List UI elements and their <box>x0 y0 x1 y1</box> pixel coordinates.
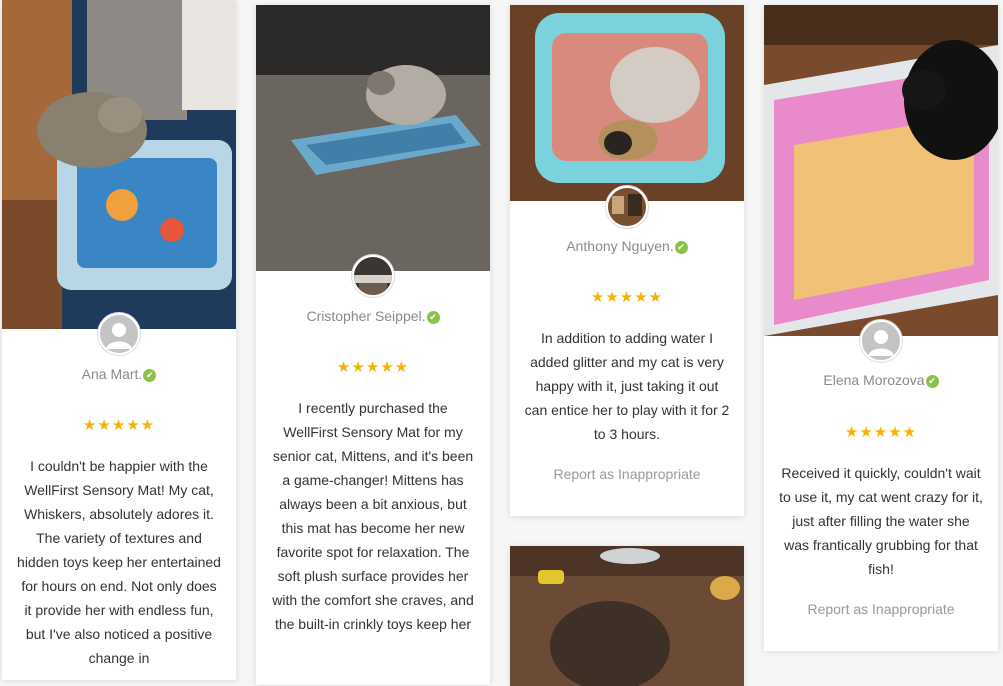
review-text: I recently purchased the WellFirst Senso… <box>272 400 474 632</box>
star-rating: ★★★★★ <box>590 289 664 306</box>
avatar-photo <box>608 188 646 226</box>
verified-check-icon: ✔ <box>925 375 939 388</box>
review-card: Cristopher Seippel. ✔ ★★★★★ I recently pu… <box>256 5 490 685</box>
reviewer-name-row: Cristopher Seippel. ✔ <box>256 308 490 324</box>
report-link[interactable]: Report as Inappropriate <box>764 601 998 617</box>
verified-check-icon: ✔ <box>426 311 440 324</box>
reviewer-name-row: Anthony Nguyen. ✔ <box>510 238 744 254</box>
report-link[interactable]: Report as Inappropriate <box>510 466 744 482</box>
reviewer-name-row: Ana Mart. ✔ <box>2 366 236 382</box>
review-photo[interactable] <box>510 5 744 201</box>
review-photo[interactable] <box>764 5 998 336</box>
star-rating: ★★★★★ <box>844 424 918 441</box>
reviewer-name-row: Elena Morozova ✔ <box>764 372 998 388</box>
review-photo[interactable] <box>510 546 744 686</box>
user-placeholder-icon <box>106 323 132 349</box>
star-rating: ★★★★★ <box>336 359 410 376</box>
reviewer-name: Cristopher Seippel. <box>306 308 426 324</box>
review-text: I couldn't be happier with the WellFirst… <box>17 458 221 666</box>
verified-check-icon: ✔ <box>674 241 688 254</box>
verified-check-icon: ✔ <box>143 369 157 382</box>
review-text: In addition to adding water I added glit… <box>524 330 730 442</box>
review-card: Elena Morozova ✔ ★★★★★ Received it quickl… <box>764 5 998 651</box>
review-card: Anthony Nguyen. ✔ ★★★★★ In addition to ad… <box>510 5 744 516</box>
review-text: Received it quickly, couldn't wait to us… <box>779 465 983 577</box>
reviewer-avatar <box>860 320 902 362</box>
reviewer-name: Elena Morozova <box>823 372 925 388</box>
avatar-photo <box>354 257 392 295</box>
review-photo[interactable] <box>2 0 236 329</box>
review-card: Ana Mart. ✔ ★★★★★ I couldn't be happier w… <box>2 0 236 680</box>
review-card <box>510 546 744 686</box>
star-rating: ★★★★★ <box>82 417 156 434</box>
reviewer-avatar <box>352 255 394 297</box>
reviewer-name: Anthony Nguyen. <box>566 238 674 254</box>
reviewer-name: Ana Mart. <box>81 366 143 382</box>
user-placeholder-icon <box>868 330 894 356</box>
reviewer-avatar <box>98 313 140 355</box>
review-photo[interactable] <box>256 5 490 271</box>
reviewer-avatar <box>606 186 648 228</box>
